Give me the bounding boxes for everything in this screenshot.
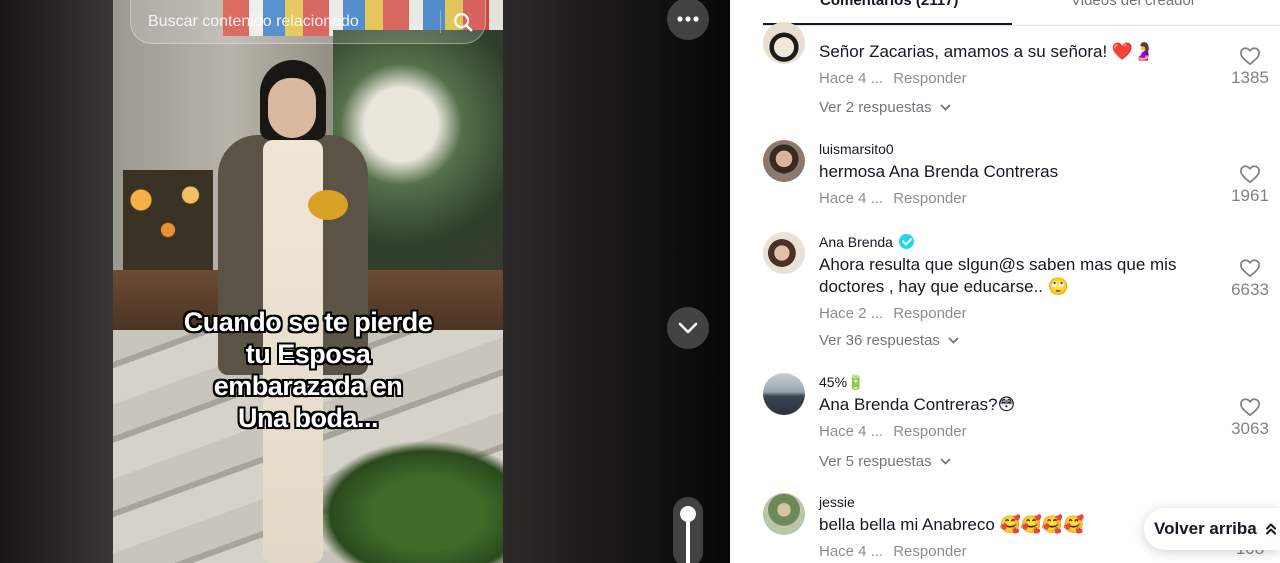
chevron-down-icon bbox=[939, 104, 951, 111]
video-blur-background-left bbox=[0, 0, 113, 563]
heart-icon bbox=[1240, 259, 1260, 278]
comment-text: Ana Brenda Contreras?😳 bbox=[819, 395, 1016, 414]
view-replies-button[interactable]: Ver 2 respuestas bbox=[819, 99, 951, 116]
comment-time: Hace 4 ... bbox=[819, 70, 884, 87]
video-caption-line: Cuando se te pierde bbox=[183, 307, 433, 337]
like-count: 1961 bbox=[1231, 186, 1269, 205]
video-blur-background-right bbox=[503, 0, 730, 563]
comment-username-text: Ana Brenda bbox=[819, 234, 893, 250]
video-caption-line: embarazada en bbox=[213, 371, 403, 401]
view-replies-label: Ver 2 respuestas bbox=[819, 99, 932, 116]
back-to-top-label: Volver arriba bbox=[1154, 519, 1257, 538]
more-options-button[interactable] bbox=[667, 0, 709, 40]
comment-meta: Hace 4 ... Responder bbox=[819, 190, 967, 207]
video-stage: Cuando se te pierde tu Esposa embarazada… bbox=[0, 0, 730, 563]
reply-button[interactable]: Responder bbox=[893, 423, 966, 440]
comment-username[interactable]: jessie bbox=[819, 494, 855, 510]
reply-button[interactable]: Responder bbox=[893, 70, 966, 87]
like-button[interactable]: 6633 bbox=[1220, 258, 1280, 300]
chevron-down-icon bbox=[678, 322, 698, 334]
reply-button[interactable]: Responder bbox=[893, 305, 966, 322]
like-button[interactable]: 1961 bbox=[1220, 164, 1280, 206]
comment-time: Hace 2 ... bbox=[819, 305, 884, 322]
avatar[interactable] bbox=[763, 493, 805, 535]
chevron-down-icon bbox=[939, 458, 951, 465]
comment-username[interactable]: 45%🔋 bbox=[819, 374, 864, 391]
tab-creator-videos[interactable]: Videos del creador bbox=[1071, 0, 1196, 9]
view-replies-label: Ver 36 respuestas bbox=[819, 332, 940, 349]
avatar[interactable] bbox=[763, 140, 805, 182]
related-search-bar[interactable]: Buscar contenido relacionado bbox=[130, 0, 486, 44]
chevron-down-icon bbox=[948, 337, 959, 344]
more-dots-icon bbox=[677, 16, 699, 22]
comment-item: 45%🔋 Ana Brenda Contreras?😳 Hace 4 ... Re… bbox=[763, 373, 1280, 473]
verified-badge-icon bbox=[898, 234, 914, 249]
comment-item: luismarsito0 hermosa Ana Brenda Contrera… bbox=[763, 140, 1280, 215]
video-caption-line: Una boda... bbox=[237, 403, 379, 433]
comment-username[interactable]: luismarsito0 bbox=[819, 141, 894, 157]
comment-time: Hace 4 ... bbox=[819, 543, 884, 560]
volume-slider[interactable] bbox=[673, 497, 703, 563]
search-icon bbox=[454, 12, 473, 31]
comment-meta: Hace 4 ... Responder bbox=[819, 543, 967, 560]
comment-item: Señor Zacarias, amamos a su señora! ❤️🤰 … bbox=[763, 22, 1280, 122]
search-button[interactable] bbox=[441, 0, 485, 44]
next-video-button[interactable] bbox=[667, 307, 709, 349]
heart-icon bbox=[1240, 165, 1260, 184]
comments-panel: Comentarios (2117) Videos del creador Se… bbox=[730, 0, 1280, 563]
double-chevron-up-icon bbox=[1265, 523, 1276, 535]
video-caption: Cuando se te pierde tu Esposa embarazada… bbox=[113, 306, 503, 434]
view-replies-button[interactable]: Ver 5 respuestas bbox=[819, 453, 951, 470]
like-count: 6633 bbox=[1231, 280, 1269, 299]
comment-meta: Hace 4 ... Responder bbox=[819, 423, 967, 440]
like-button[interactable]: 1385 bbox=[1220, 46, 1280, 88]
back-to-top-button[interactable]: Volver arriba bbox=[1144, 508, 1280, 550]
view-replies-label: Ver 5 respuestas bbox=[819, 453, 932, 470]
comment-meta: Hace 2 ... Responder bbox=[819, 305, 967, 322]
avatar[interactable] bbox=[763, 373, 805, 415]
avatar[interactable] bbox=[763, 232, 805, 274]
comment-item: Ana Brenda Ahora resulta que slgun@s sab… bbox=[763, 232, 1280, 352]
video-caption-line: tu Esposa bbox=[245, 339, 371, 369]
heart-icon bbox=[1240, 47, 1260, 66]
reply-button[interactable]: Responder bbox=[893, 543, 966, 560]
like-count: 1385 bbox=[1231, 68, 1269, 87]
tab-comments[interactable]: Comentarios (2117) bbox=[820, 0, 958, 9]
reply-button[interactable]: Responder bbox=[893, 190, 966, 207]
volume-level bbox=[686, 515, 690, 563]
comment-meta: Hace 4 ... Responder bbox=[819, 70, 967, 87]
candle-lights bbox=[123, 170, 213, 270]
comment-text: Ahora resulta que slgun@s saben mas que … bbox=[819, 255, 1177, 296]
like-button[interactable]: 3063 bbox=[1220, 397, 1280, 439]
like-count: 3063 bbox=[1231, 419, 1269, 438]
comment-time: Hace 4 ... bbox=[819, 190, 884, 207]
comment-username[interactable]: Ana Brenda bbox=[819, 234, 914, 250]
comment-time: Hace 4 ... bbox=[819, 423, 884, 440]
view-replies-button[interactable]: Ver 36 respuestas bbox=[819, 332, 959, 349]
volume-handle[interactable] bbox=[680, 506, 696, 522]
video-player[interactable]: Cuando se te pierde tu Esposa embarazada… bbox=[113, 0, 503, 563]
heart-icon bbox=[1240, 398, 1260, 417]
search-input[interactable]: Buscar contenido relacionado bbox=[131, 13, 440, 31]
avatar[interactable] bbox=[763, 22, 805, 64]
comment-text: Señor Zacarias, amamos a su señora! ❤️🤰 bbox=[819, 42, 1155, 61]
comment-text: hermosa Ana Brenda Contreras bbox=[819, 162, 1059, 181]
